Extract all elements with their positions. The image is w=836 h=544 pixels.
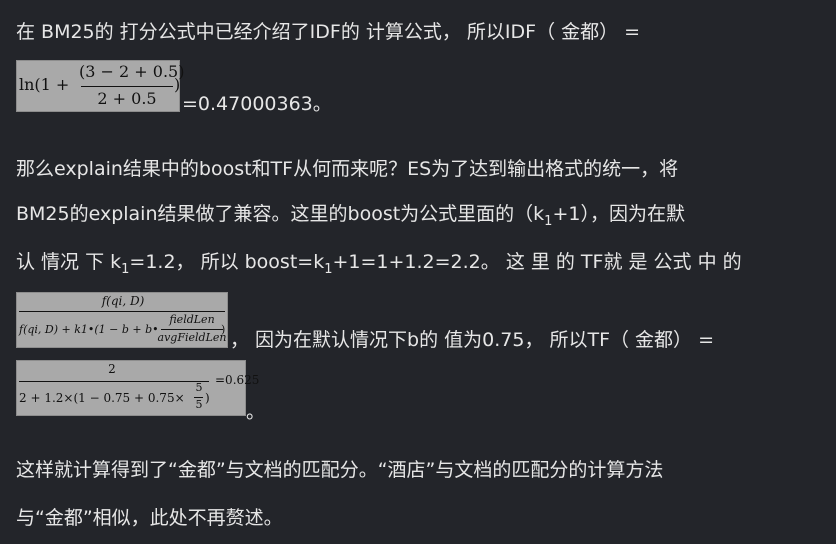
- tfv-denominator: 2 + 1.2×(1 − 0.75 + 0.75×: [19, 391, 185, 405]
- tfv-result: =0.625: [215, 373, 260, 387]
- para2-line4-post: ， 因为在默认情况下b的 值为0.75， 所以TF（ 金都） =: [230, 329, 715, 351]
- tf-numerator: f(qi, D): [101, 294, 145, 308]
- para3-line2: 与“金都”相似，此处不再赘述。: [16, 507, 283, 529]
- tfv-numerator: 2: [108, 362, 116, 376]
- tfv-den-end: ): [205, 391, 210, 405]
- tf-denominator-part: f(qi, D) + k1•(1 − b + b•: [19, 323, 159, 336]
- tfv-fraction-bar: [19, 381, 209, 382]
- idf-fraction-bar: [81, 86, 173, 87]
- para2-line1: 那么explain结果中的boost和TF从何而来呢？ES为了达到输出格式的统一…: [16, 158, 679, 180]
- idf-suffix: ): [174, 75, 181, 94]
- idf-denominator: 2 + 0.5: [97, 89, 157, 108]
- tf-formula-image: f(qi, D) f(qi, D) + k1•(1 − b + b• field…: [16, 292, 228, 348]
- idf-result: =0.47000363。: [182, 93, 332, 115]
- para2-line2-post: +1），因为在默: [552, 203, 685, 225]
- tf-inner-denominator: avgFieldLen: [157, 331, 227, 344]
- tf-denominator-end: ): [221, 323, 226, 336]
- para2-end: 。: [246, 401, 266, 423]
- idf-formula-image: ln(1 + (3 − 2 + 0.5) 2 + 0.5 ): [16, 60, 185, 112]
- para2-line3-post: +1=1+1.2=2.2。 这 里 的 TF就 是 公式 中 的: [332, 251, 742, 273]
- idf-prefix: ln(1 +: [19, 75, 70, 94]
- tfv-inner-numerator: 5: [195, 381, 203, 394]
- para2-line3-pre: 认 情况 下 k: [16, 251, 122, 273]
- para2-line2: BM25的explain结果做了兼容。这里的boost为公式里面的（k1+1），…: [16, 200, 685, 236]
- tf-value-formula-image: 2 2 + 1.2×(1 − 0.75 + 0.75× 5 5 ) =0.625: [16, 360, 259, 416]
- para2-line3-mid: =1.2， 所以 boost=k: [129, 251, 325, 273]
- para2-line2-pre: BM25的explain结果做了兼容。这里的boost为公式里面的（k: [16, 203, 545, 225]
- para3-line1: 这样就计算得到了“金都”与文档的匹配分。“酒店”与文档的匹配分的计算方法: [16, 459, 664, 481]
- para2-line3: 认 情况 下 k1=1.2， 所以 boost=k1+1=1+1.2=2.2。 …: [16, 248, 742, 284]
- tf-inner-numerator: fieldLen: [169, 313, 215, 326]
- idf-numerator: (3 − 2 + 0.5): [79, 62, 185, 81]
- tfv-inner-denominator: 5: [195, 398, 203, 411]
- para1-line1: 在 BM25的 打分公式中已经介绍了IDF的 计算公式， 所以IDF（ 金都） …: [16, 21, 641, 43]
- tf-inner-bar: [161, 329, 223, 330]
- tf-fraction-bar: [19, 311, 225, 312]
